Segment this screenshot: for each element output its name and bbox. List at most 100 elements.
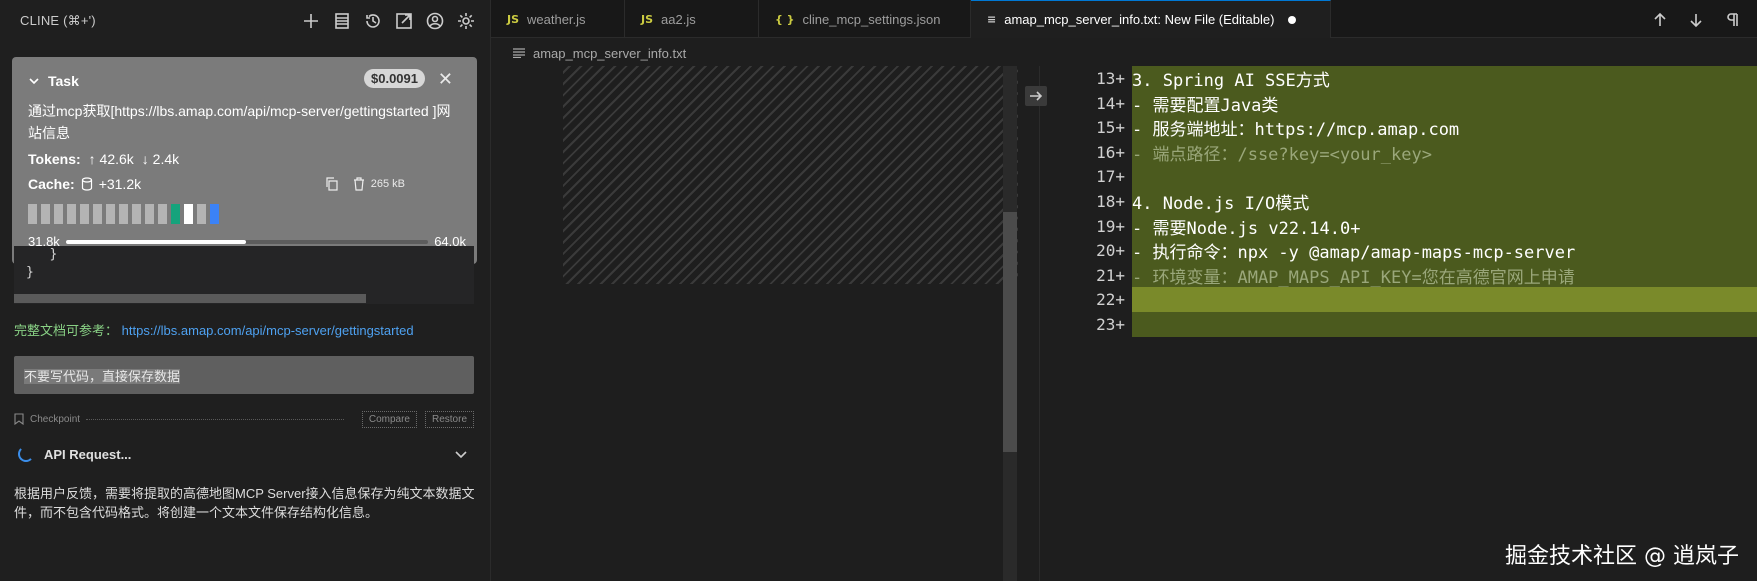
tokens-label: Tokens: (28, 151, 81, 167)
line-number: 22+ (1096, 290, 1125, 310)
editor-actions (1649, 9, 1743, 31)
code-line[interactable]: 13+ 3. Spring AI SSE方式 (1057, 66, 1757, 91)
loading-spinner-icon (18, 446, 34, 462)
trash-icon (353, 177, 364, 191)
watermark: 掘金技术社区 @ 逍岚子 (1505, 544, 1739, 569)
line-content[interactable]: - 端点路径：/sse?key=<your_key> (1132, 139, 1757, 165)
tab-label: cline_mcp_settings.json (802, 11, 941, 27)
tab-bar: JS weather.js JS aa2.js { } cline_mcp_se… (491, 0, 1757, 38)
cache-tools: 265 kB (325, 177, 405, 191)
restore-button[interactable]: Restore (424, 410, 474, 428)
line-content[interactable]: - 服务端地址：https://mcp.amap.com (1132, 115, 1757, 141)
code-line[interactable]: 21+ - 环境变量：AMAP_MAPS_API_KEY=您在高德官网上申请 (1057, 262, 1757, 288)
cache-label: Cache: (28, 176, 75, 192)
line-content[interactable] (1132, 164, 1757, 190)
line-content[interactable]: - 执行命令：npx -y @amap/amap-maps-mcp-server (1132, 238, 1757, 264)
line-content[interactable]: - 需要配置Java类 (1132, 90, 1757, 116)
unsaved-dot-icon[interactable] (1288, 15, 1297, 24)
cline-sidebar: CLINE (⌘+') Task $0.0091 ✕ 通过mcp获取[https… (0, 0, 491, 581)
json-file-icon: { } (775, 12, 795, 26)
line-number: 19+ (1096, 216, 1125, 236)
cache-row: Cache: +31.2k (28, 176, 141, 192)
line-content[interactable]: - 环境变量：AMAP_MAPS_API_KEY=您在高德官网上申请 (1132, 262, 1757, 288)
close-icon[interactable]: ✕ (438, 69, 453, 90)
code-line[interactable]: 15+ - 服务端地址：https://mcp.amap.com (1057, 115, 1757, 141)
code-line[interactable]: 16+ - 端点路径：/sse?key=<your_key> (1057, 139, 1757, 165)
api-request-row[interactable]: API Request... (14, 444, 474, 464)
line-number: 17+ (1096, 167, 1125, 187)
line-content[interactable] (1132, 312, 1757, 337)
line-number: 16+ (1096, 142, 1125, 162)
task-header[interactable]: Task (28, 73, 79, 89)
tab-weather-js[interactable]: JS weather.js (491, 0, 625, 38)
line-content[interactable]: 3. Spring AI SSE方式 (1132, 66, 1757, 91)
settings-icon[interactable] (455, 10, 477, 32)
context-block (171, 204, 180, 224)
checkpoint-divider (86, 418, 344, 420)
arrow-down-icon[interactable] (1685, 9, 1707, 31)
context-block (197, 204, 206, 224)
pilcrow-icon[interactable] (1721, 9, 1743, 31)
compare-button[interactable]: Compare (361, 410, 417, 428)
context-block (184, 204, 193, 224)
line-content[interactable] (1132, 287, 1757, 313)
copy-icon[interactable] (325, 177, 339, 191)
api-request-label: API Request... (44, 446, 132, 462)
tab-label: aa2.js (661, 11, 696, 27)
assistant-message: 根据用户反馈，需要将提取的高德地图MCP Server接入信息保存为纯文本数据文… (14, 486, 475, 520)
code-line[interactable]: 18+ 4. Node.js I/O模式 (1057, 189, 1757, 214)
context-block (145, 204, 154, 224)
code-line[interactable]: 19+ - 需要Node.js v22.14.0+ (1057, 213, 1757, 239)
line-content[interactable]: - 需要Node.js v22.14.0+ (1132, 213, 1757, 239)
context-blocks (28, 204, 219, 224)
user-feedback-message: 不要写代码，直接保存数据 (14, 356, 474, 394)
js-file-icon: JS (641, 12, 654, 26)
code-line[interactable]: 14+ - 需要配置Java类 (1057, 90, 1757, 116)
checkpoint-row: Checkpoint Compare Restore (14, 410, 474, 428)
context-progress-fill (65, 239, 246, 244)
popout-icon[interactable] (393, 10, 415, 32)
sidebar-header: CLINE (⌘+') (0, 0, 490, 42)
context-block (210, 204, 219, 224)
code-line[interactable]: 22+ (1057, 287, 1757, 313)
task-size: 265 kB (370, 178, 405, 190)
doc-ref-link[interactable]: https://lbs.amap.com/api/mcp-server/gett… (122, 323, 414, 338)
line-number: 14+ (1096, 93, 1125, 113)
tab-cline-mcp-settings[interactable]: { } cline_mcp_settings.json (759, 0, 971, 38)
task-cost-badge: $0.0091 (364, 69, 425, 88)
code-line[interactable]: 23+ (1057, 312, 1757, 337)
tab-amap-info-txt[interactable]: ≡ amap_mcp_server_info.txt: New File (Ed… (971, 0, 1331, 38)
context-progress-bar (65, 239, 429, 244)
context-block (93, 204, 102, 224)
code-line[interactable]: 17+ (1057, 164, 1757, 190)
sidebar-actions (300, 10, 477, 32)
chevron-down-icon (455, 451, 467, 459)
tab-label: amap_mcp_server_info.txt: New File (Edit… (1004, 12, 1275, 27)
history-icon[interactable] (362, 10, 384, 32)
line-content[interactable]: 4. Node.js I/O模式 (1132, 189, 1757, 214)
context-block (41, 204, 50, 224)
context-block (67, 204, 76, 224)
arrow-up-icon[interactable] (1649, 9, 1671, 31)
code-scrollbar[interactable] (14, 294, 366, 303)
js-file-icon: JS (507, 12, 520, 26)
tokens-in: ↑ 42.6k (88, 151, 134, 167)
revert-arrow-icon[interactable] (1025, 86, 1047, 106)
code-line[interactable]: 20+ - 执行命令：npx -y @amap/amap-maps-mcp-ser… (1057, 238, 1757, 264)
diff-original-pane (491, 66, 1021, 581)
cache-value: +31.2k (98, 176, 142, 192)
task-card: Task $0.0091 ✕ 通过mcp获取[https://lbs.amap.… (12, 57, 477, 264)
plus-icon[interactable] (300, 10, 322, 32)
sidebar-title: CLINE (⌘+') (20, 13, 96, 28)
context-block (54, 204, 63, 224)
context-block (80, 204, 89, 224)
delete-task-button[interactable]: 265 kB (353, 177, 405, 191)
original-scrollbar-thumb[interactable] (1003, 212, 1017, 452)
breadcrumb-file[interactable]: amap_mcp_server_info.txt (533, 46, 686, 61)
context-block (106, 204, 115, 224)
account-icon[interactable] (424, 10, 446, 32)
code-snippet: } } (26, 247, 58, 280)
tab-aa2-js[interactable]: JS aa2.js (625, 0, 759, 38)
task-description: 通过mcp获取[https://lbs.amap.com/api/mcp-ser… (28, 103, 451, 141)
history-list-icon[interactable] (331, 10, 353, 32)
